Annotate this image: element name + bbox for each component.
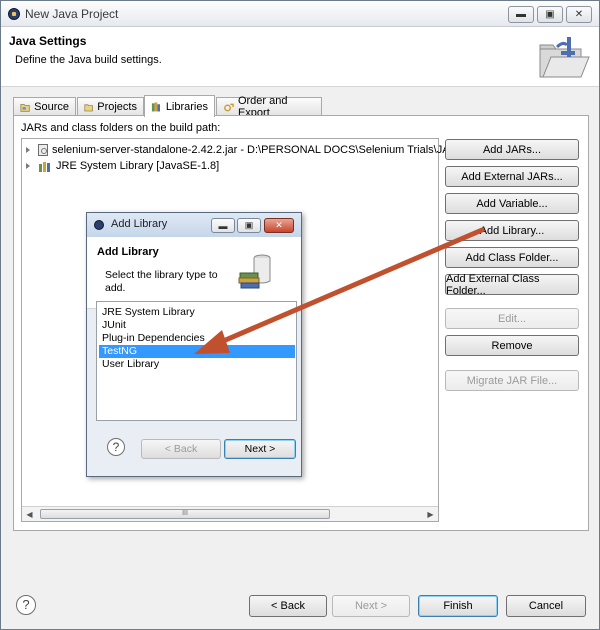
order-export-icon [224,103,234,111]
migrate-jar-file-button[interactable]: Migrate JAR File... [445,370,579,391]
jar-icon [38,144,48,156]
dialog-title-bar: Add Library ▬ ▣ ✕ [87,213,301,237]
add-variable-button[interactable]: Add Variable... [445,193,579,214]
close-icon: ✕ [275,220,283,230]
add-library-dialog: Add Library ▬ ▣ ✕ Add Library Select the… [86,212,302,477]
maximize-icon: ▣ [545,8,555,20]
tab-label: Projects [97,101,137,113]
tree-item-label: JRE System Library [JavaSE-1.8] [56,160,220,172]
close-icon: ✕ [574,8,584,20]
edit-button[interactable]: Edit... [445,308,579,329]
eclipse-app-icon [8,8,20,20]
library-type-list[interactable]: JRE System Library JUnit Plug-in Depende… [96,301,297,421]
page-title: Java Settings [9,34,87,48]
scroll-left-icon[interactable]: ◀ [22,507,37,521]
close-button[interactable]: ✕ [566,6,592,23]
wizard-header: Java Settings Define the Java build sett… [1,27,599,87]
tab-order-and-export[interactable]: Order and Export [216,95,322,119]
dialog-help-icon[interactable]: ? [107,438,125,456]
minimize-icon: ▬ [218,220,228,231]
remove-button[interactable]: Remove [445,335,579,356]
cancel-button[interactable]: Cancel [506,595,586,617]
list-item-testng[interactable]: TestNG [99,345,295,358]
add-class-folder-button[interactable]: Add Class Folder... [445,247,579,268]
source-folder-icon [20,103,30,112]
java-project-folder-icon [539,37,590,78]
window-title: New Java Project [25,7,119,21]
library-icon [39,161,50,172]
tree-item-selenium-jar[interactable]: selenium-server-standalone-2.42.2.jar - … [26,142,458,158]
expand-arrow-icon[interactable] [26,147,30,153]
scrollbar-thumb[interactable]: III [40,509,330,519]
tree-item-jre-library[interactable]: JRE System Library [JavaSE-1.8] [26,158,219,174]
dialog-close-button[interactable]: ✕ [264,218,294,233]
tab-label: Libraries [165,100,208,113]
tab-source[interactable]: Source [13,97,76,116]
add-library-button[interactable]: Add Library... [445,220,579,241]
horizontal-scrollbar[interactable]: ◀ III ▶ [22,506,438,521]
list-item-jre-system-library[interactable]: JRE System Library [99,306,295,319]
next-button[interactable]: Next > [332,595,410,617]
build-path-label: JARs and class folders on the build path… [21,122,221,134]
minimize-button[interactable]: ▬ [508,6,534,23]
list-item-junit[interactable]: JUnit [99,319,295,332]
scroll-right-icon[interactable]: ▶ [423,507,438,521]
tree-item-label: selenium-server-standalone-2.42.2.jar - … [52,144,458,156]
tab-libraries[interactable]: Libraries [144,95,215,117]
add-external-class-folder-button[interactable]: Add External Class Folder... [445,273,579,297]
list-item-plugin-dependencies[interactable]: Plug-in Dependencies [99,332,295,345]
maximize-button[interactable]: ▣ [537,6,563,23]
page-description: Define the Java build settings. [15,54,162,66]
library-books-icon [238,254,271,289]
dialog-maximize-button[interactable]: ▣ [237,218,261,233]
maximize-icon: ▣ [244,220,254,230]
tab-label: Source [34,101,69,113]
tab-projects[interactable]: Projects [77,97,144,116]
add-jars-button[interactable]: Add JARs... [445,139,579,160]
dialog-footer: ? < Back Next > [87,428,301,476]
dialog-next-button[interactable]: Next > [224,439,296,459]
scrollbar-grip: III [182,510,188,517]
add-external-jars-button[interactable]: Add External JARs... [445,166,579,187]
dialog-description: Select the library type to add. [105,269,218,294]
projects-icon [84,103,93,111]
dialog-back-button[interactable]: < Back [141,439,221,459]
expand-arrow-icon[interactable] [26,163,30,169]
eclipse-app-icon [94,220,104,230]
dialog-header-title: Add Library [97,246,159,258]
minimize-icon: ▬ [516,8,526,20]
dialog-header: Add Library Select the library type to a… [87,237,301,309]
dialog-title: Add Library [111,218,168,230]
wizard-footer: ? < Back Next > Finish Cancel [1,541,599,629]
back-button[interactable]: < Back [249,595,327,617]
dialog-minimize-button[interactable]: ▬ [211,218,235,233]
help-icon[interactable]: ? [16,595,36,615]
title-bar: New Java Project ▬ ▣ ✕ [1,1,599,27]
finish-button[interactable]: Finish [418,595,498,617]
libraries-icon [151,102,161,112]
list-item-user-library[interactable]: User Library [99,358,295,371]
